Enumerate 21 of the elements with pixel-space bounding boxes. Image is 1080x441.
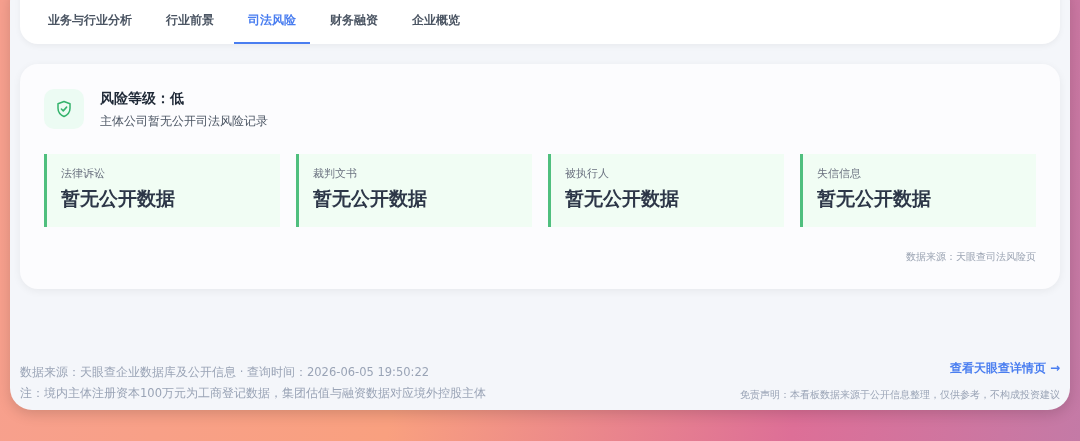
disclaimer-text: 免责声明：本看板数据来源于公开信息整理，仅供参考，不构成投资建议 [740,388,1060,402]
tab[interactable]: 业务与行业分析 [34,0,146,44]
item-value: 暂无公开数据 [61,186,176,211]
item-label: 失信信息 [817,166,862,182]
tab[interactable]: 司法风险 [234,0,310,44]
item-label: 法律诉讼 [61,166,106,182]
item-label: 被执行人 [565,166,610,182]
shield-icon [44,89,84,130]
risk-subtitle: 主体公司暂无公开司法风险记录 [100,113,268,130]
item-value: 暂无公开数据 [313,186,428,211]
tab[interactable]: 行业前景 [152,0,228,44]
item-value: 暂无公开数据 [565,186,680,211]
item-label: 裁判文书 [313,166,358,182]
footnote-text: 注：境内主体注册资本100万元为工商登记数据，集团估值与融资数据对应境外控股主体 [20,384,486,402]
risk-level-title: 风险等级：低 [100,89,185,108]
tab[interactable]: 企业概览 [398,0,474,44]
source-note: 数据来源：天眼查司法风险页 [906,251,1036,263]
tab[interactable]: 财务融资 [316,0,392,44]
details-link[interactable]: 查看天眼查详情页 → [949,361,1060,375]
data-source-text: 数据来源：天眼查企业数据库及公开信息 · 查询时间：2026-06-05 19:50:22 [20,363,431,381]
item-value: 暂无公开数据 [817,186,932,211]
